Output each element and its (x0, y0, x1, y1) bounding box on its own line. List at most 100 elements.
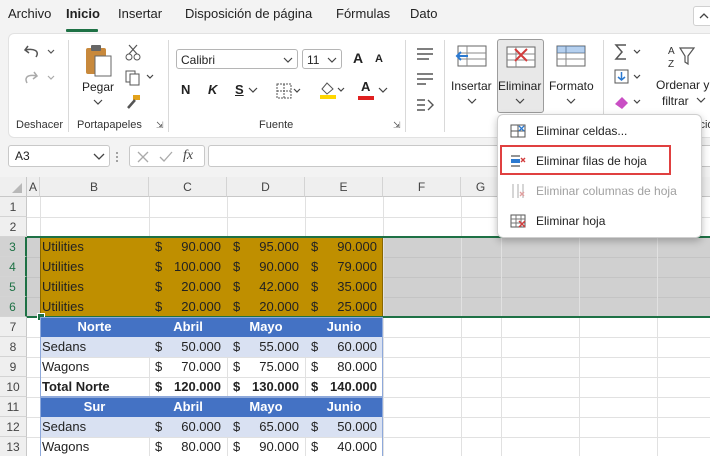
cell-b3[interactable]: Utilities (40, 237, 149, 257)
row-header-11[interactable]: 11 (0, 397, 27, 417)
font-name-select[interactable]: Calibri (176, 49, 298, 69)
delete-cells-label[interactable]: Eliminar (498, 79, 541, 93)
cell-b5[interactable]: Utilities (40, 277, 149, 297)
cell-c13[interactable]: $80.000 (149, 437, 227, 456)
cell-d12[interactable]: $65.000 (227, 417, 305, 437)
grow-font-button[interactable]: A (353, 50, 363, 66)
fill-color-icon[interactable] (318, 80, 346, 100)
check-icon[interactable] (159, 150, 173, 164)
cell-d9[interactable]: $75.000 (227, 357, 305, 377)
column-header-d[interactable]: D (227, 177, 305, 197)
delete-chevron-icon[interactable] (515, 97, 525, 105)
insert-chevron-icon[interactable] (467, 97, 477, 105)
format-chevron-icon[interactable] (566, 97, 576, 105)
cell-b11[interactable]: Sur (40, 397, 149, 417)
paste-chevron-icon[interactable] (93, 98, 103, 106)
cell-c10[interactable]: $120.000 (149, 377, 227, 397)
column-header-e[interactable]: E (305, 177, 383, 197)
column-header-c[interactable]: C (149, 177, 227, 197)
cut-icon[interactable] (124, 43, 142, 61)
cell-e11[interactable]: Junio (305, 397, 383, 417)
row-header-5[interactable]: 5 (0, 277, 27, 297)
cell-b9[interactable]: Wagons (40, 357, 149, 377)
cell-e4[interactable]: $79.000 (305, 257, 383, 277)
row-header-6[interactable]: 6 (0, 297, 27, 317)
redo-button[interactable] (22, 68, 56, 91)
clear-icon[interactable] (612, 92, 648, 112)
column-header-a[interactable]: A (27, 177, 40, 197)
sort-filter-label[interactable]: Ordenar y (656, 78, 709, 92)
row-header-4[interactable]: 4 (0, 257, 27, 277)
font-color-chevron-icon[interactable] (378, 86, 388, 94)
underline-button[interactable]: S (235, 82, 244, 97)
cell-c5[interactable]: $20.000 (149, 277, 227, 297)
cell-d4[interactable]: $90.000 (227, 257, 305, 277)
tab-formulas[interactable]: Fórmulas (336, 6, 390, 21)
cell-c8[interactable]: $50.000 (149, 337, 227, 357)
align-top-icon[interactable] (414, 45, 436, 65)
cell-e9[interactable]: $80.000 (305, 357, 383, 377)
wrap-text-icon[interactable] (414, 70, 436, 90)
ribbon-options-button[interactable] (693, 6, 710, 26)
insert-cells-label[interactable]: Insertar (451, 79, 492, 93)
tab-disposicion-de-pagina[interactable]: Disposición de página (185, 6, 312, 21)
sort-chevron-icon[interactable] (696, 96, 706, 104)
cell-e12[interactable]: $50.000 (305, 417, 383, 437)
cell-b8[interactable]: Sedans (40, 337, 149, 357)
cell-b10[interactable]: Total Norte (40, 377, 149, 397)
row-header-13[interactable]: 13 (0, 437, 27, 456)
cell-c6[interactable]: $20.000 (149, 297, 227, 317)
indent-icon[interactable] (414, 95, 436, 115)
cell-b7[interactable]: Norte (40, 317, 149, 337)
row-header-9[interactable]: 9 (0, 357, 27, 377)
cell-b4[interactable]: Utilities (40, 257, 149, 277)
cell-b13[interactable]: Wagons (40, 437, 149, 456)
cell-d11[interactable]: Mayo (227, 397, 305, 417)
underline-chevron-icon[interactable] (248, 86, 258, 94)
cell-e8[interactable]: $60.000 (305, 337, 383, 357)
tab-dato[interactable]: Dato (410, 6, 437, 21)
cell-d5[interactable]: $42.000 (227, 277, 305, 297)
cell-c3[interactable]: $90.000 (149, 237, 227, 257)
shrink-font-button[interactable]: A (375, 53, 383, 65)
row-header-10[interactable]: 10 (0, 377, 27, 397)
copy-icon[interactable] (124, 68, 156, 86)
format-painter-icon[interactable] (124, 93, 142, 111)
cell-d13[interactable]: $90.000 (227, 437, 305, 456)
insert-function-button[interactable]: fx (183, 148, 193, 164)
cell-c11[interactable]: Abril (149, 397, 227, 417)
menu-item-delete-sheet-columns[interactable]: Eliminar columnas de hoja (498, 179, 701, 203)
cell-b12[interactable]: Sedans (40, 417, 149, 437)
cell-d8[interactable]: $55.000 (227, 337, 305, 357)
row-header-8[interactable]: 8 (0, 337, 27, 357)
paste-label[interactable]: Pegar (82, 80, 114, 94)
cell-e6[interactable]: $25.000 (305, 297, 383, 317)
cell-e5[interactable]: $35.000 (305, 277, 383, 297)
tab-archivo[interactable]: Archivo (8, 6, 51, 21)
column-header-g[interactable]: G (461, 177, 501, 197)
cancel-icon[interactable] (136, 150, 150, 164)
menu-item-delete-sheet[interactable]: Eliminar hoja (498, 209, 701, 233)
font-launcher-icon[interactable]: ⇲ (393, 121, 402, 130)
sort-filter-label-2[interactable]: filtrar (662, 94, 689, 108)
cell-c7[interactable]: Abril (149, 317, 227, 337)
row-header-12[interactable]: 12 (0, 417, 27, 437)
font-color-button[interactable]: A (361, 79, 370, 94)
cell-e3[interactable]: $90.000 (305, 237, 383, 257)
name-box[interactable]: A3 (8, 145, 110, 167)
tab-insertar[interactable]: Insertar (118, 6, 162, 21)
row-header-1[interactable]: 1 (0, 197, 27, 217)
select-all-corner[interactable] (0, 177, 27, 197)
column-header-f[interactable]: F (383, 177, 461, 197)
cell-d7[interactable]: Mayo (227, 317, 305, 337)
tab-inicio[interactable]: Inicio (66, 6, 100, 21)
row-header-7[interactable]: 7 (0, 317, 27, 337)
format-cells-label[interactable]: Formato (549, 79, 594, 93)
borders-icon[interactable] (275, 82, 303, 100)
cell-d6[interactable]: $20.000 (227, 297, 305, 317)
italic-button[interactable]: K (208, 82, 217, 97)
cell-d3[interactable]: $95.000 (227, 237, 305, 257)
row-header-3[interactable]: 3 (0, 237, 27, 257)
cell-b6[interactable]: Utilities (40, 297, 149, 317)
cell-e7[interactable]: Junio (305, 317, 383, 337)
